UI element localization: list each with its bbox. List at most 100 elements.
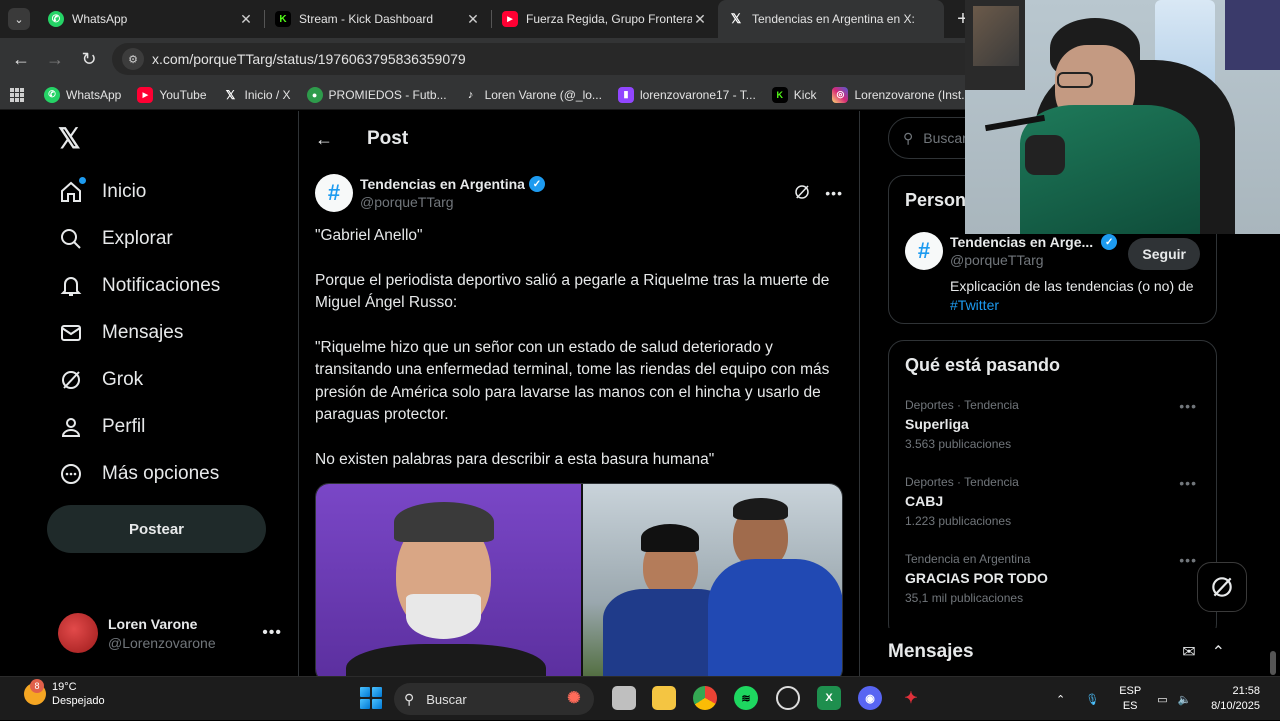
tiktok-icon: ♪ [467, 88, 474, 101]
post-media[interactable] [315, 483, 843, 676]
clock[interactable]: 21:58 8/10/2025 [1211, 684, 1260, 714]
nav-item-mensajes[interactable]: Mensajes [58, 316, 183, 350]
obs-icon[interactable] [776, 686, 800, 710]
network-icon[interactable]: ▭ [1157, 693, 1167, 706]
grok-icon [58, 367, 84, 393]
tab-search-chevron-icon[interactable]: ⌄ [8, 8, 30, 30]
more-dots-icon[interactable]: ••• [1179, 552, 1197, 568]
grok-floating-button[interactable] [1197, 562, 1247, 612]
close-tab-icon[interactable]: ✕ [465, 11, 481, 28]
account-switcher[interactable]: Loren Varone @Lorenzovarone ••• [58, 611, 282, 655]
octopus-icon[interactable]: ✺ [562, 686, 586, 710]
author-handle[interactable]: @porqueTTarg [360, 194, 545, 210]
temperature: 19°C [52, 681, 77, 693]
chevron-up-icon[interactable]: ⌃ [1212, 642, 1225, 662]
microphone-icon[interactable]: 🎙 [1085, 693, 1099, 706]
chrome-icon[interactable] [693, 686, 717, 710]
relevant-handle: @porqueTTarg [950, 252, 1044, 268]
nav-item-inicio[interactable]: Inicio [58, 175, 146, 209]
youtube-icon: ▶ [502, 11, 518, 27]
trend-item[interactable]: Deportes · Tendencia Superliga 3.563 pub… [905, 398, 1205, 451]
chevron-up-icon[interactable]: ⌃ [1056, 693, 1065, 706]
tab-title: Fuerza Regida, Grupo Frontera [526, 12, 692, 26]
tab-whatsapp[interactable]: ✆ WhatsApp ✕ [38, 0, 264, 38]
game-launcher-icon[interactable]: ✦ [899, 686, 923, 710]
trend-count: 35,1 mil publicaciones [905, 591, 1024, 605]
back-arrow-icon[interactable]: ← [4, 42, 38, 76]
trend-item[interactable]: Tendencia en Argentina GRACIAS POR TODO … [905, 552, 1205, 605]
hashtag-link[interactable]: #Twitter [950, 297, 999, 313]
author-name[interactable]: Tendencias en Argentina ✓ [360, 176, 545, 192]
bookmark-tiktok[interactable]: ♪ Loren Varone (@_lo... [463, 87, 602, 103]
close-tab-icon[interactable]: ✕ [238, 11, 254, 28]
bookmark-promiedos[interactable]: ● PROMIEDOS - Futb... [306, 86, 447, 103]
new-message-icon[interactable]: ✉ [1182, 642, 1195, 662]
messages-drawer[interactable]: Mensajes ✉ ⌃ [870, 628, 1265, 676]
nav-item-notificaciones[interactable]: Notificaciones [58, 269, 220, 303]
follow-button[interactable]: Seguir [1128, 238, 1200, 270]
bookmark-twitch[interactable]: ▮ lorenzovarone17 - T... [617, 86, 756, 103]
post-image-right[interactable] [581, 484, 842, 676]
author-avatar[interactable]: # [315, 174, 353, 212]
x-logo-icon[interactable]: 𝕏 [58, 125, 86, 153]
address-bar[interactable]: ⚙ x.com/porqueTTarg/status/1976063795836… [112, 43, 1002, 75]
more-dots-icon[interactable]: ••• [262, 624, 282, 642]
tab-x-active[interactable]: 𝕏 Tendencias en Argentina en X: [718, 0, 944, 38]
webcam-overlay [965, 0, 1280, 234]
whatsapp-icon: ✆ [44, 86, 60, 103]
more-dots-icon[interactable]: ••• [1179, 398, 1197, 414]
windows-start-icon[interactable] [360, 687, 382, 709]
relevant-account[interactable]: Tendencias en Arge... ✓ @porqueTTarg [950, 234, 1118, 268]
bookmark-kick[interactable]: K Kick [771, 86, 817, 103]
reload-icon[interactable]: ↻ [72, 42, 106, 76]
trend-item[interactable]: Deportes · Tendencia CABJ 1.223 publicac… [905, 475, 1205, 528]
nav-item-grok[interactable]: Grok [58, 363, 143, 397]
weather-widget[interactable]: 8 19°C Despejado [24, 679, 105, 707]
relevant-avatar[interactable]: # [905, 232, 943, 270]
nav-item-explorar[interactable]: Explorar [58, 222, 173, 256]
task-view-icon[interactable] [612, 686, 636, 710]
close-tab-icon[interactable]: ✕ [692, 11, 708, 28]
nav-item-mas-opciones[interactable]: Más opciones [58, 457, 219, 491]
more-dots-icon[interactable]: ••• [825, 185, 843, 201]
back-arrow-icon[interactable]: ← [315, 129, 335, 150]
relevant-bio-text: Explicación de las tendencias (o no) de [950, 278, 1194, 294]
grok-icon[interactable] [793, 183, 811, 204]
post-image-left[interactable] [316, 484, 581, 676]
discord-icon[interactable]: ◉ [858, 686, 882, 710]
trend-name: GRACIAS POR TODO [905, 570, 1048, 586]
trend-name: Superliga [905, 416, 969, 432]
account-handle: @Lorenzovarone [108, 634, 216, 651]
bookmark-whatsapp[interactable]: ✆ WhatsApp [44, 86, 121, 103]
post-button[interactable]: Postear [47, 505, 266, 553]
tab-title: Stream - Kick Dashboard [299, 12, 434, 26]
nav-item-perfil[interactable]: Perfil [58, 410, 145, 444]
tab-title: WhatsApp [72, 12, 128, 26]
more-dots-icon[interactable]: ••• [1179, 475, 1197, 491]
tab-youtube[interactable]: ▶ Fuerza Regida, Grupo Frontera ✕ [492, 0, 718, 38]
spreadsheet-icon[interactable]: X [817, 686, 841, 710]
nav-label: Explorar [102, 228, 173, 249]
trends-card: Qué está pasando Deportes · Tendencia Su… [888, 340, 1217, 640]
bookmark-label: Kick [793, 87, 817, 102]
weather-badge: 8 [30, 679, 44, 693]
avatar [58, 613, 98, 653]
spotify-icon[interactable]: ≋ [734, 686, 758, 710]
bookmark-youtube[interactable]: ▶ YouTube [137, 86, 207, 103]
system-tray: ⌃ 🎙 ESP ES ▭ 🔈 [1056, 677, 1191, 721]
file-explorer-icon[interactable] [652, 686, 676, 710]
bookmark-label: YouTube [159, 87, 207, 102]
grok-icon [1212, 577, 1232, 597]
volume-icon[interactable]: 🔈 [1178, 693, 1192, 706]
site-info-icon[interactable]: ⚙ [122, 48, 144, 70]
bookmark-x[interactable]: 𝕏 Inicio / X [223, 87, 291, 103]
url-text: x.com/porqueTTarg/status/197606379583635… [152, 51, 466, 67]
language-indicator[interactable]: ESP ES [1119, 684, 1141, 714]
relevant-bio: Explicación de las tendencias (o no) de … [950, 277, 1194, 315]
person-icon [58, 414, 84, 440]
bookmark-instagram[interactable]: ◎ Lorenzovarone (Inst... [832, 86, 971, 103]
forward-arrow-icon[interactable]: → [38, 42, 72, 76]
apps-grid-icon[interactable] [10, 87, 24, 102]
tab-kick-dashboard[interactable]: K Stream - Kick Dashboard ✕ [265, 0, 491, 38]
mail-icon [58, 320, 84, 346]
